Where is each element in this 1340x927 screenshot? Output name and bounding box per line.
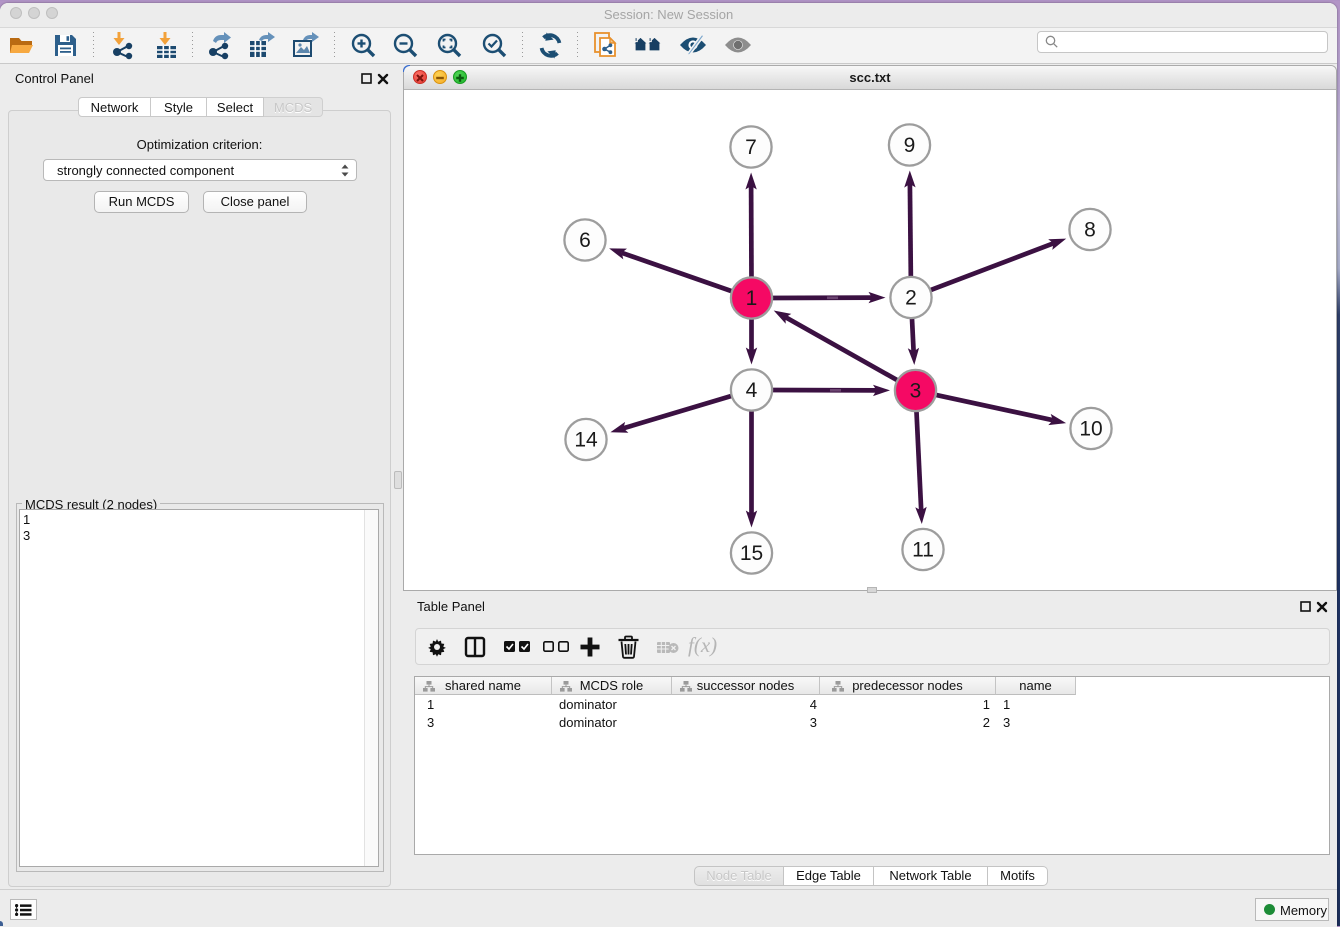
svg-text:3: 3 — [910, 380, 922, 403]
svg-text:2: 2 — [905, 287, 917, 310]
svg-text:1: 1 — [746, 287, 758, 310]
svg-text:15: 15 — [740, 542, 763, 565]
svg-text:14: 14 — [574, 429, 598, 452]
svg-text:11: 11 — [912, 539, 934, 562]
svg-text:4: 4 — [746, 379, 758, 402]
svg-text:10: 10 — [1079, 418, 1102, 441]
svg-text:8: 8 — [1084, 219, 1096, 242]
svg-text:9: 9 — [904, 134, 916, 157]
svg-text:6: 6 — [579, 229, 591, 252]
svg-text:7: 7 — [745, 136, 757, 159]
